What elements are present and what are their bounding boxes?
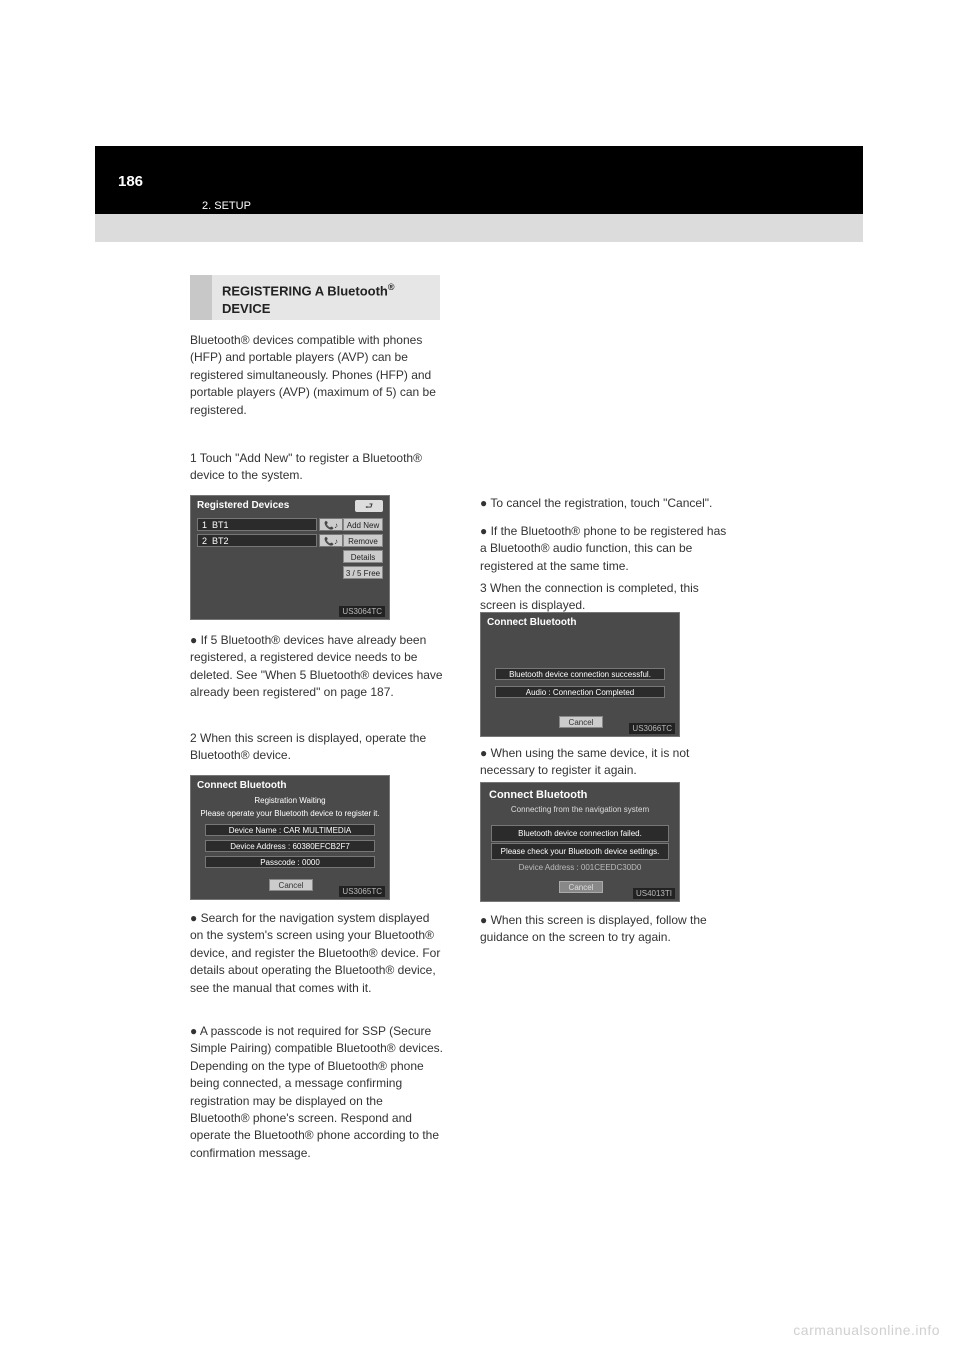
note4-text: ● To cancel the registration, touch "Can… xyxy=(480,495,735,512)
fig1-back-button[interactable]: ⮐ xyxy=(355,500,383,512)
section-heading-body: REGISTERING A Bluetooth® DEVICE xyxy=(212,275,440,320)
fig2-subtitle: Registration Waiting xyxy=(191,796,389,805)
fig1-title: Registered Devices xyxy=(197,500,289,511)
fig3-caption: US3066TC xyxy=(629,723,675,734)
fig1-row1-slot: 1 xyxy=(202,520,207,530)
watermark: carmanualsonline.info xyxy=(793,1322,940,1338)
fig2-passcode: Passcode : 0000 xyxy=(205,856,375,868)
fig4-msg1: Bluetooth device connection failed. xyxy=(491,825,669,842)
fig4-msg2: Please check your Bluetooth device setti… xyxy=(491,843,669,860)
section-heading-box: REGISTERING A Bluetooth® DEVICE xyxy=(190,275,440,320)
intro-para: Bluetooth® devices compatible with phone… xyxy=(190,332,445,419)
fig2-cancel-button[interactable]: Cancel xyxy=(269,879,313,891)
fig1-add-button[interactable]: Add New xyxy=(343,518,383,531)
header-grey-bar xyxy=(95,214,863,242)
heading-suffix: DEVICE xyxy=(222,301,270,316)
figure-3-wrap: Connect Bluetooth Bluetooth device conne… xyxy=(480,612,735,737)
fig2-device-addr: Device Address : 60380EFCB2F7 xyxy=(205,840,375,852)
section-heading-title: REGISTERING A Bluetooth® DEVICE xyxy=(222,281,430,317)
figure-2-wrap: Connect Bluetooth Registration Waiting P… xyxy=(190,775,445,900)
note6-text: ● When using the same device, it is not … xyxy=(480,745,735,780)
page-root: 186 2. SETUP REGISTERING A Bluetooth® DE… xyxy=(0,0,960,1358)
fig1-free-indicator: 3 / 5 Free xyxy=(343,566,383,579)
fig1-row2-name: BT2 xyxy=(212,536,229,546)
note1-wrap: ● If 5 Bluetooth® devices have already b… xyxy=(190,632,445,702)
note5-wrap: ● If the Bluetooth® phone to be register… xyxy=(480,523,735,575)
fig4-addr: Device Address : 001CEEDC30D0 xyxy=(491,863,669,872)
figure-registered-devices: Registered Devices ⮐ 1 BT1 📞♪ 2 BT2 📞♪ A… xyxy=(190,495,390,620)
page-number: 186 xyxy=(118,173,143,190)
heading-superscript: ® xyxy=(388,282,395,292)
breadcrumb: 2. SETUP xyxy=(202,200,251,212)
figure-connect-failed: Connect Bluetooth Connecting from the na… xyxy=(480,782,680,902)
note1-text: ● If 5 Bluetooth® devices have already b… xyxy=(190,632,445,702)
figure-4-wrap: Connect Bluetooth Connecting from the na… xyxy=(480,782,735,902)
step3-text: 3 When the connection is completed, this… xyxy=(480,580,735,615)
fig2-instruction: Please operate your Bluetooth device to … xyxy=(191,809,389,818)
note5-text: ● If the Bluetooth® phone to be register… xyxy=(480,523,735,575)
col-left: Bluetooth® devices compatible with phone… xyxy=(190,332,445,419)
heading-prefix: REGISTERING A Bluetooth xyxy=(222,283,388,298)
figure-connect-success: Connect Bluetooth Bluetooth device conne… xyxy=(480,612,680,737)
fig3-msg1: Bluetooth device connection successful. xyxy=(495,668,665,680)
fig3-title: Connect Bluetooth xyxy=(487,617,576,628)
fig1-row2-icons: 📞♪ xyxy=(319,534,343,547)
fig1-caption: US3064TC xyxy=(339,606,385,617)
step1-wrap: 1 Touch "Add New" to register a Bluetoot… xyxy=(190,450,445,485)
note7-wrap: ● When this screen is displayed, follow … xyxy=(480,912,735,947)
note2-wrap: ● Search for the navigation system displ… xyxy=(190,910,445,997)
fig1-row-1[interactable]: 1 BT1 xyxy=(197,518,317,531)
fig2-title: Connect Bluetooth xyxy=(197,780,286,791)
note7-text: ● When this screen is displayed, follow … xyxy=(480,912,735,947)
note6-wrap: ● When using the same device, it is not … xyxy=(480,745,735,780)
figure-1-wrap: Registered Devices ⮐ 1 BT1 📞♪ 2 BT2 📞♪ A… xyxy=(190,495,445,620)
fig4-cancel-button[interactable]: Cancel xyxy=(559,881,603,893)
note3-wrap: ● A passcode is not required for SSP (Se… xyxy=(190,1023,445,1162)
fig4-subtitle: Connecting from the navigation system xyxy=(481,805,679,814)
fig4-caption: US4013TI xyxy=(633,888,675,899)
fig1-row1-name: BT1 xyxy=(212,520,229,530)
fig3-msg2: Audio : Connection Completed xyxy=(495,686,665,698)
figure-connect-waiting: Connect Bluetooth Registration Waiting P… xyxy=(190,775,390,900)
fig2-caption: US3065TC xyxy=(339,886,385,897)
fig1-row2-slot: 2 xyxy=(202,536,207,546)
step3-wrap: 3 When the connection is completed, this… xyxy=(480,580,735,615)
fig1-row1-icons: 📞♪ xyxy=(319,518,343,531)
fig1-row-2[interactable]: 2 BT2 xyxy=(197,534,317,547)
note3-text: ● A passcode is not required for SSP (Se… xyxy=(190,1023,445,1162)
fig3-cancel-button[interactable]: Cancel xyxy=(559,716,603,728)
note2-text: ● Search for the navigation system displ… xyxy=(190,910,445,997)
note4-wrap: ● To cancel the registration, touch "Can… xyxy=(480,495,735,512)
fig1-details-button[interactable]: Details xyxy=(343,550,383,563)
fig4-title: Connect Bluetooth xyxy=(489,789,587,801)
section-heading-tab xyxy=(190,275,212,320)
step2-wrap: 2 When this screen is displayed, operate… xyxy=(190,730,445,765)
step2-text: 2 When this screen is displayed, operate… xyxy=(190,730,445,765)
step1-text: 1 Touch "Add New" to register a Bluetoot… xyxy=(190,450,445,485)
fig1-remove-button[interactable]: Remove xyxy=(343,534,383,547)
fig2-device-name: Device Name : CAR MULTIMEDIA xyxy=(205,824,375,836)
